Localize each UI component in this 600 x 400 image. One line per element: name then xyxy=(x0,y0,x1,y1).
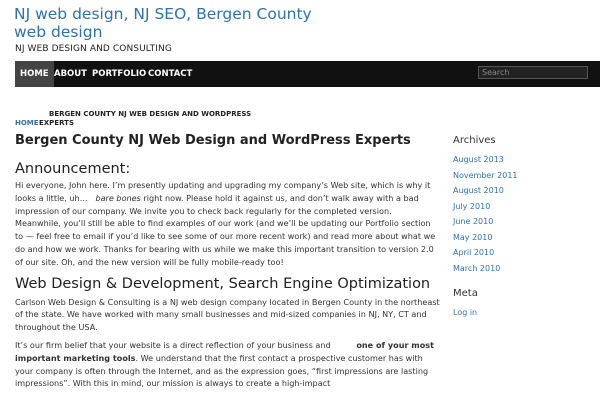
archive-link[interactable]: November 2011 xyxy=(453,171,593,187)
nav-contact[interactable]: CONTACT xyxy=(143,61,197,87)
site-description: NJ WEB DESIGN AND CONSULTING xyxy=(15,44,172,54)
breadcrumb-current: BERGEN COUNTY NJ WEB DESIGN AND WORDPRES… xyxy=(49,110,252,118)
announcement-emphasis: bare bones xyxy=(95,192,141,203)
archive-link[interactable]: June 2010 xyxy=(453,217,593,233)
main-content: Announcement: Hi everyone, John here. I’… xyxy=(15,160,440,390)
announcement-text-end: right now. Please hold it against us, an… xyxy=(15,192,436,267)
archive-link[interactable]: August 2010 xyxy=(453,186,593,202)
meta-list: Log in xyxy=(453,308,593,324)
section-heading: Web Design & Development, Search Engine … xyxy=(15,275,431,292)
belief-paragraph: It’s our firm belief that your website i… xyxy=(15,339,440,390)
archive-link[interactable]: July 2010 xyxy=(453,202,593,218)
archive-link[interactable]: May 2010 xyxy=(453,233,593,249)
announcement-heading: Announcement: xyxy=(15,161,131,177)
page-title: Bergen County NJ Web Design and WordPres… xyxy=(15,133,411,148)
archives-widget-title: Archives xyxy=(453,135,496,146)
main-navigation: HOME ABOUT PORTFOLIO CONTACT xyxy=(15,61,600,87)
breadcrumb-current-continued: EXPERTS xyxy=(39,119,74,127)
site-title[interactable]: NJ web design, NJ SEO, Bergen County web… xyxy=(14,5,314,41)
nav-about[interactable]: ABOUT xyxy=(49,61,92,87)
archive-link[interactable]: August 2013 xyxy=(453,155,593,171)
belief-text-start: It’s our firm belief that your website i… xyxy=(15,339,331,350)
sidebar: Archives August 2013 November 2011 Augus… xyxy=(453,135,593,324)
breadcrumb-home-link[interactable]: HOME xyxy=(15,119,39,128)
nav-portfolio[interactable]: PORTFOLIO xyxy=(87,61,151,87)
search-input[interactable] xyxy=(478,66,588,79)
login-link[interactable]: Log in xyxy=(453,308,593,324)
intro-paragraph: Carlson Web Design & Consulting is a NJ … xyxy=(15,296,440,333)
nav-home[interactable]: HOME xyxy=(15,61,54,87)
meta-widget-title: Meta xyxy=(453,288,478,299)
archives-list: August 2013 November 2011 August 2010 Ju… xyxy=(453,155,593,279)
archive-link[interactable]: March 2010 xyxy=(453,264,593,280)
announcement-paragraph: Hi everyone, John here. I’m presently up… xyxy=(15,179,440,269)
archive-link[interactable]: April 2010 xyxy=(453,248,593,264)
